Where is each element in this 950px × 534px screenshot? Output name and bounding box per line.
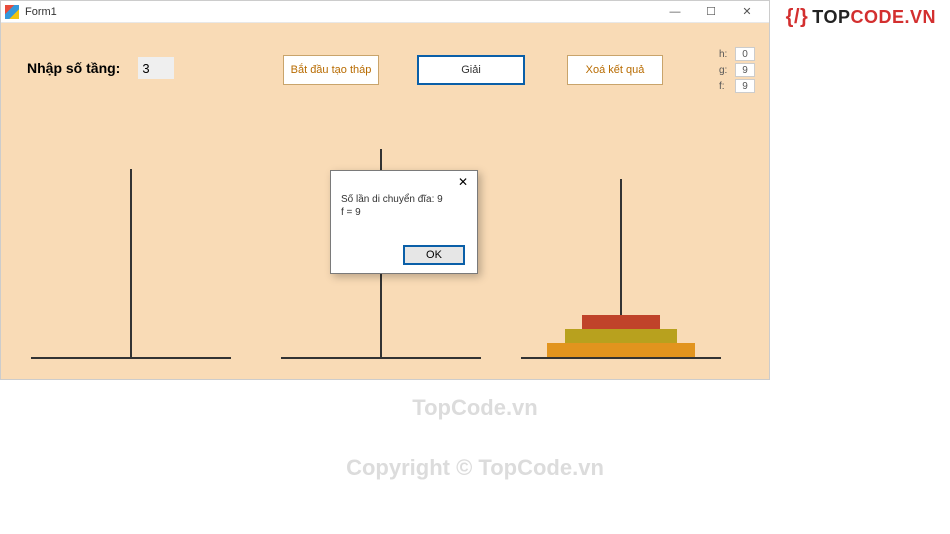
close-button[interactable]: ✕ xyxy=(729,2,765,22)
app-icon xyxy=(5,5,19,19)
toolbar: Nhập số tầng: Bắt đầu tạo tháp Giải Xoá … xyxy=(27,51,761,91)
stat-f-value: 9 xyxy=(735,79,755,93)
solve-button[interactable]: Giải xyxy=(417,55,525,85)
stat-h-value: 0 xyxy=(735,47,755,61)
logo-text-1: TOP xyxy=(812,7,850,28)
titlebar: Form1 — ☐ ✕ xyxy=(1,1,769,23)
dialog-titlebar: ✕ xyxy=(331,171,477,193)
input-group: Nhập số tầng: xyxy=(27,57,174,79)
dialog-buttons: OK xyxy=(403,245,465,265)
disk-2 xyxy=(565,329,677,343)
stat-h-label: h: xyxy=(719,49,735,60)
tower-count-label: Nhập số tầng: xyxy=(27,60,120,76)
logo-bracket-icon: {/} xyxy=(786,6,809,29)
dialog-close-icon[interactable]: ✕ xyxy=(455,174,471,190)
stat-g-label: g: xyxy=(719,65,735,76)
message-dialog: ✕ Số lần di chuyển đĩa: 9 f = 9 OK xyxy=(330,170,478,274)
watermark-1: TopCode.vn xyxy=(0,395,950,421)
start-button[interactable]: Bắt đầu tạo tháp xyxy=(283,55,379,85)
disk-3 xyxy=(547,343,695,357)
dialog-line-2: f = 9 xyxy=(341,206,467,219)
window-controls: — ☐ ✕ xyxy=(657,2,765,22)
disk-1 xyxy=(582,315,660,329)
tower-count-input[interactable] xyxy=(138,57,174,79)
dialog-ok-button[interactable]: OK xyxy=(403,245,465,265)
maximize-button[interactable]: ☐ xyxy=(693,2,729,22)
stats-panel: h:0 g:9 f:9 xyxy=(719,47,755,95)
window-title: Form1 xyxy=(25,6,57,18)
logo-text-2: CODE.VN xyxy=(850,7,936,28)
dialog-line-1: Số lần di chuyển đĩa: 9 xyxy=(341,193,467,206)
dialog-body: Số lần di chuyển đĩa: 9 f = 9 xyxy=(331,193,477,219)
stat-f-label: f: xyxy=(719,81,735,92)
site-logo: {/} TOPCODE.VN xyxy=(786,6,936,29)
stat-g-value: 9 xyxy=(735,63,755,77)
clear-button[interactable]: Xoá kết quả xyxy=(567,55,663,85)
minimize-button[interactable]: — xyxy=(657,2,693,22)
tower-b-base xyxy=(281,357,481,359)
watermark-2: Copyright © TopCode.vn xyxy=(0,455,950,481)
tower-c-base xyxy=(521,357,721,359)
tower-a-base xyxy=(31,357,231,359)
tower-a-pole xyxy=(130,169,132,359)
